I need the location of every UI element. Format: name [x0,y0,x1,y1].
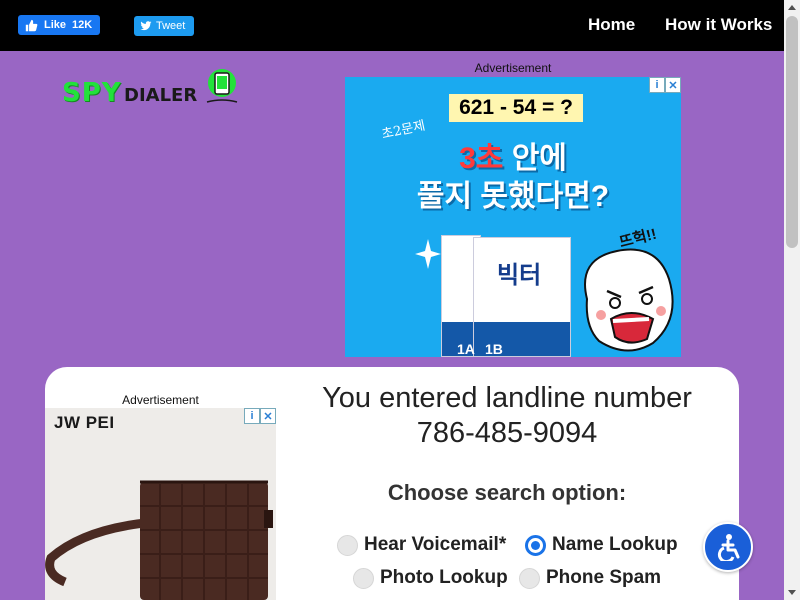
scroll-down-arrow-icon[interactable] [788,590,796,595]
scroll-up-arrow-icon[interactable] [788,5,796,10]
option-photo-lookup[interactable]: Photo Lookup [353,567,508,589]
ad-headline-line2: 풀지 못했다면? [416,180,610,213]
facebook-like-button[interactable]: Like 12K [18,15,100,35]
ad-info-icon[interactable]: i [244,408,260,424]
option-label: Phone Spam [546,567,662,588]
shocked-face-illustration [584,248,674,352]
nav-home-link[interactable]: Home [588,15,635,35]
ad-close-icon[interactable]: ✕ [665,77,681,93]
phone-logo-icon [206,69,238,103]
accessibility-button[interactable] [703,522,753,572]
scrollbar-thumb[interactable] [786,16,798,248]
radio-name-lookup[interactable] [525,534,546,556]
ad-choices: i ✕ [649,77,681,93]
advertisement-label-top: Advertisement [474,61,552,75]
logo-text-spy: SPY [62,78,122,108]
radio-hear-voicemail[interactable] [337,534,358,556]
ad-brand-name: JW PEI [54,413,115,432]
like-label: Like [44,19,67,31]
nav-how-it-works-link[interactable]: How it Works [665,15,772,35]
tweet-button[interactable]: Tweet [134,16,194,36]
heading-line: You entered landline number [322,382,692,414]
accessibility-icon [717,534,740,561]
ad-close-icon[interactable]: ✕ [260,408,276,424]
ad-book-1a-label: 1A [457,341,475,357]
phone-number: 786-485-9094 [416,417,598,449]
ad-book-1b-label: 1B [485,341,503,357]
twitter-bird-icon [140,21,152,31]
ad-math-formula: 621 - 54 = ? [449,94,583,122]
choose-option-label: Choose search option: [387,480,627,505]
spydialer-logo[interactable]: SPY DIALER [60,68,240,113]
logo-text-dialer: DIALER [124,85,198,106]
side-advertisement[interactable]: JW PEI i ✕ [45,408,276,600]
option-label: Photo Lookup [380,567,508,588]
option-hear-voicemail[interactable]: Hear Voicemail* [337,534,506,556]
option-name-lookup[interactable]: Name Lookup [525,534,678,556]
option-phone-spam[interactable]: Phone Spam [519,567,661,589]
radio-phone-spam[interactable] [519,567,540,589]
option-label: Hear Voicemail* [364,534,507,555]
radio-photo-lookup[interactable] [353,567,374,589]
option-label: Name Lookup [552,534,678,555]
sparkle-icon [415,239,441,269]
ad-book-title: 빅터 [497,262,542,289]
ad-info-icon[interactable]: i [649,77,665,93]
page-heading: You entered landline number 786-485-9094 [296,381,718,451]
like-count: 12K [72,19,93,31]
handbag-illustration [140,480,273,600]
vertical-scrollbar[interactable] [784,0,800,600]
ad-choices-side: i ✕ [244,408,276,424]
top-advertisement[interactable]: 621 - 54 = ? 초2문제 3초 안에 풀지 못했다면? 1A 1B 빅… [345,77,681,357]
top-nav-bar: Like 12K Tweet Home How it Works [0,0,784,51]
advertisement-label-side: Advertisement [122,393,199,407]
tweet-label: Tweet [156,20,186,32]
thumbs-up-icon [25,19,38,31]
